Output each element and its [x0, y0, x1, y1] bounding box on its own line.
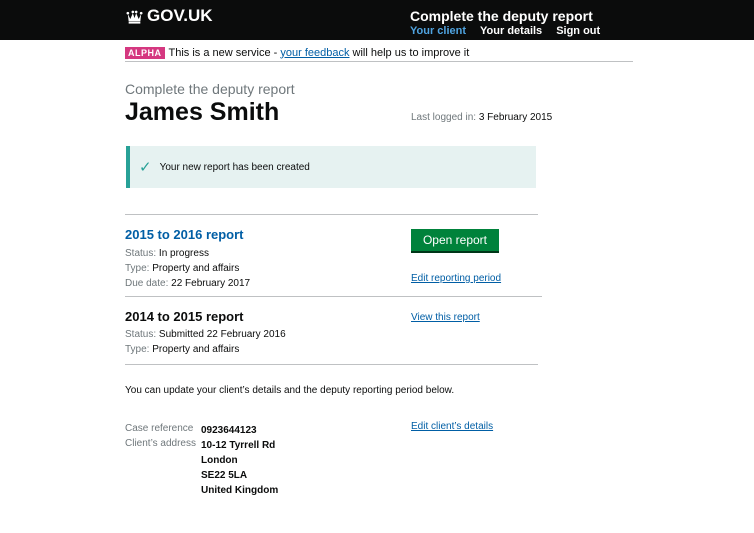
header-nav: Your client Your details Sign out: [410, 25, 600, 37]
crown-icon: [126, 10, 143, 24]
global-header: GOV.UK Complete the deputy report Your c…: [0, 0, 754, 40]
type-label: Type:: [125, 263, 150, 274]
phase-text: This is a new service - your feedback wi…: [169, 47, 470, 59]
due-value: 22 February 2017: [171, 278, 251, 289]
nav-your-client[interactable]: Your client: [410, 25, 466, 37]
phase-text-after: will help us to improve it: [349, 46, 470, 59]
feedback-link[interactable]: your feedback: [280, 47, 349, 59]
check-icon: ✓: [139, 159, 152, 176]
page-caption: Complete the deputy report: [125, 81, 295, 97]
report-title-current[interactable]: 2015 to 2016 report: [125, 227, 244, 242]
logo-text: GOV.UK: [147, 6, 213, 25]
last-logged-value: 3 February 2015: [478, 112, 553, 123]
report-title-previous: 2014 to 2015 report: [125, 309, 244, 324]
case-reference-row: Case reference 0923644123: [125, 423, 257, 438]
case-reference-label: Case reference: [125, 423, 194, 434]
alpha-tag: ALPHA: [125, 46, 165, 59]
edit-client-details-link[interactable]: Edit client’s details: [411, 421, 493, 432]
client-address-row: Client’s address 10-12 Tyrrell Rd London…: [125, 438, 278, 498]
address-line: United Kingdom: [201, 485, 279, 496]
service-name[interactable]: Complete the deputy report: [410, 8, 593, 24]
divider: [125, 296, 542, 297]
last-logged-label: Last logged in:: [411, 112, 477, 123]
nav-your-details[interactable]: Your details: [480, 25, 542, 37]
phase-banner: ALPHA This is a new service - your feedb…: [125, 44, 633, 62]
status-value: In progress: [158, 248, 209, 259]
due-label: Due date:: [125, 278, 169, 289]
address-line: 10-12 Tyrrell Rd: [201, 440, 276, 451]
type-value: Property and affairs: [152, 344, 240, 355]
report-meta-previous: Status: Submitted 22 February 2016 Type:…: [125, 327, 286, 357]
status-label: Status:: [125, 329, 157, 340]
govuk-logo[interactable]: GOV.UK: [126, 6, 213, 26]
page-title: James Smith: [125, 98, 280, 126]
status-label: Status:: [125, 248, 157, 259]
edit-reporting-period-link[interactable]: Edit reporting period: [411, 273, 501, 284]
phase-text-before: This is a new service -: [168, 46, 281, 59]
status-value: Submitted 22 February 2016: [158, 329, 286, 340]
report-meta-current: Status: In progress Type: Property and a…: [125, 246, 250, 291]
last-logged-in: Last logged in: 3 February 2015: [411, 112, 552, 123]
case-reference-value: 0923644123: [201, 425, 257, 436]
divider: [125, 214, 538, 215]
client-address-label: Client’s address: [125, 438, 196, 449]
type-value: Property and affairs: [152, 263, 240, 274]
address-line: SE22 5LA: [201, 470, 248, 481]
success-notice: ✓ Your new report has been created: [126, 146, 536, 188]
client-address-value: 10-12 Tyrrell Rd London SE22 5LA United …: [201, 438, 278, 498]
client-intro: You can update your client’s details and…: [125, 385, 455, 396]
address-line: London: [201, 455, 238, 466]
divider: [125, 364, 538, 365]
open-report-button[interactable]: Open report: [411, 229, 499, 251]
nav-sign-out[interactable]: Sign out: [556, 25, 600, 37]
type-label: Type:: [125, 344, 150, 355]
notice-text: Your new report has been created: [159, 161, 310, 173]
view-report-link[interactable]: View this report: [411, 312, 480, 323]
